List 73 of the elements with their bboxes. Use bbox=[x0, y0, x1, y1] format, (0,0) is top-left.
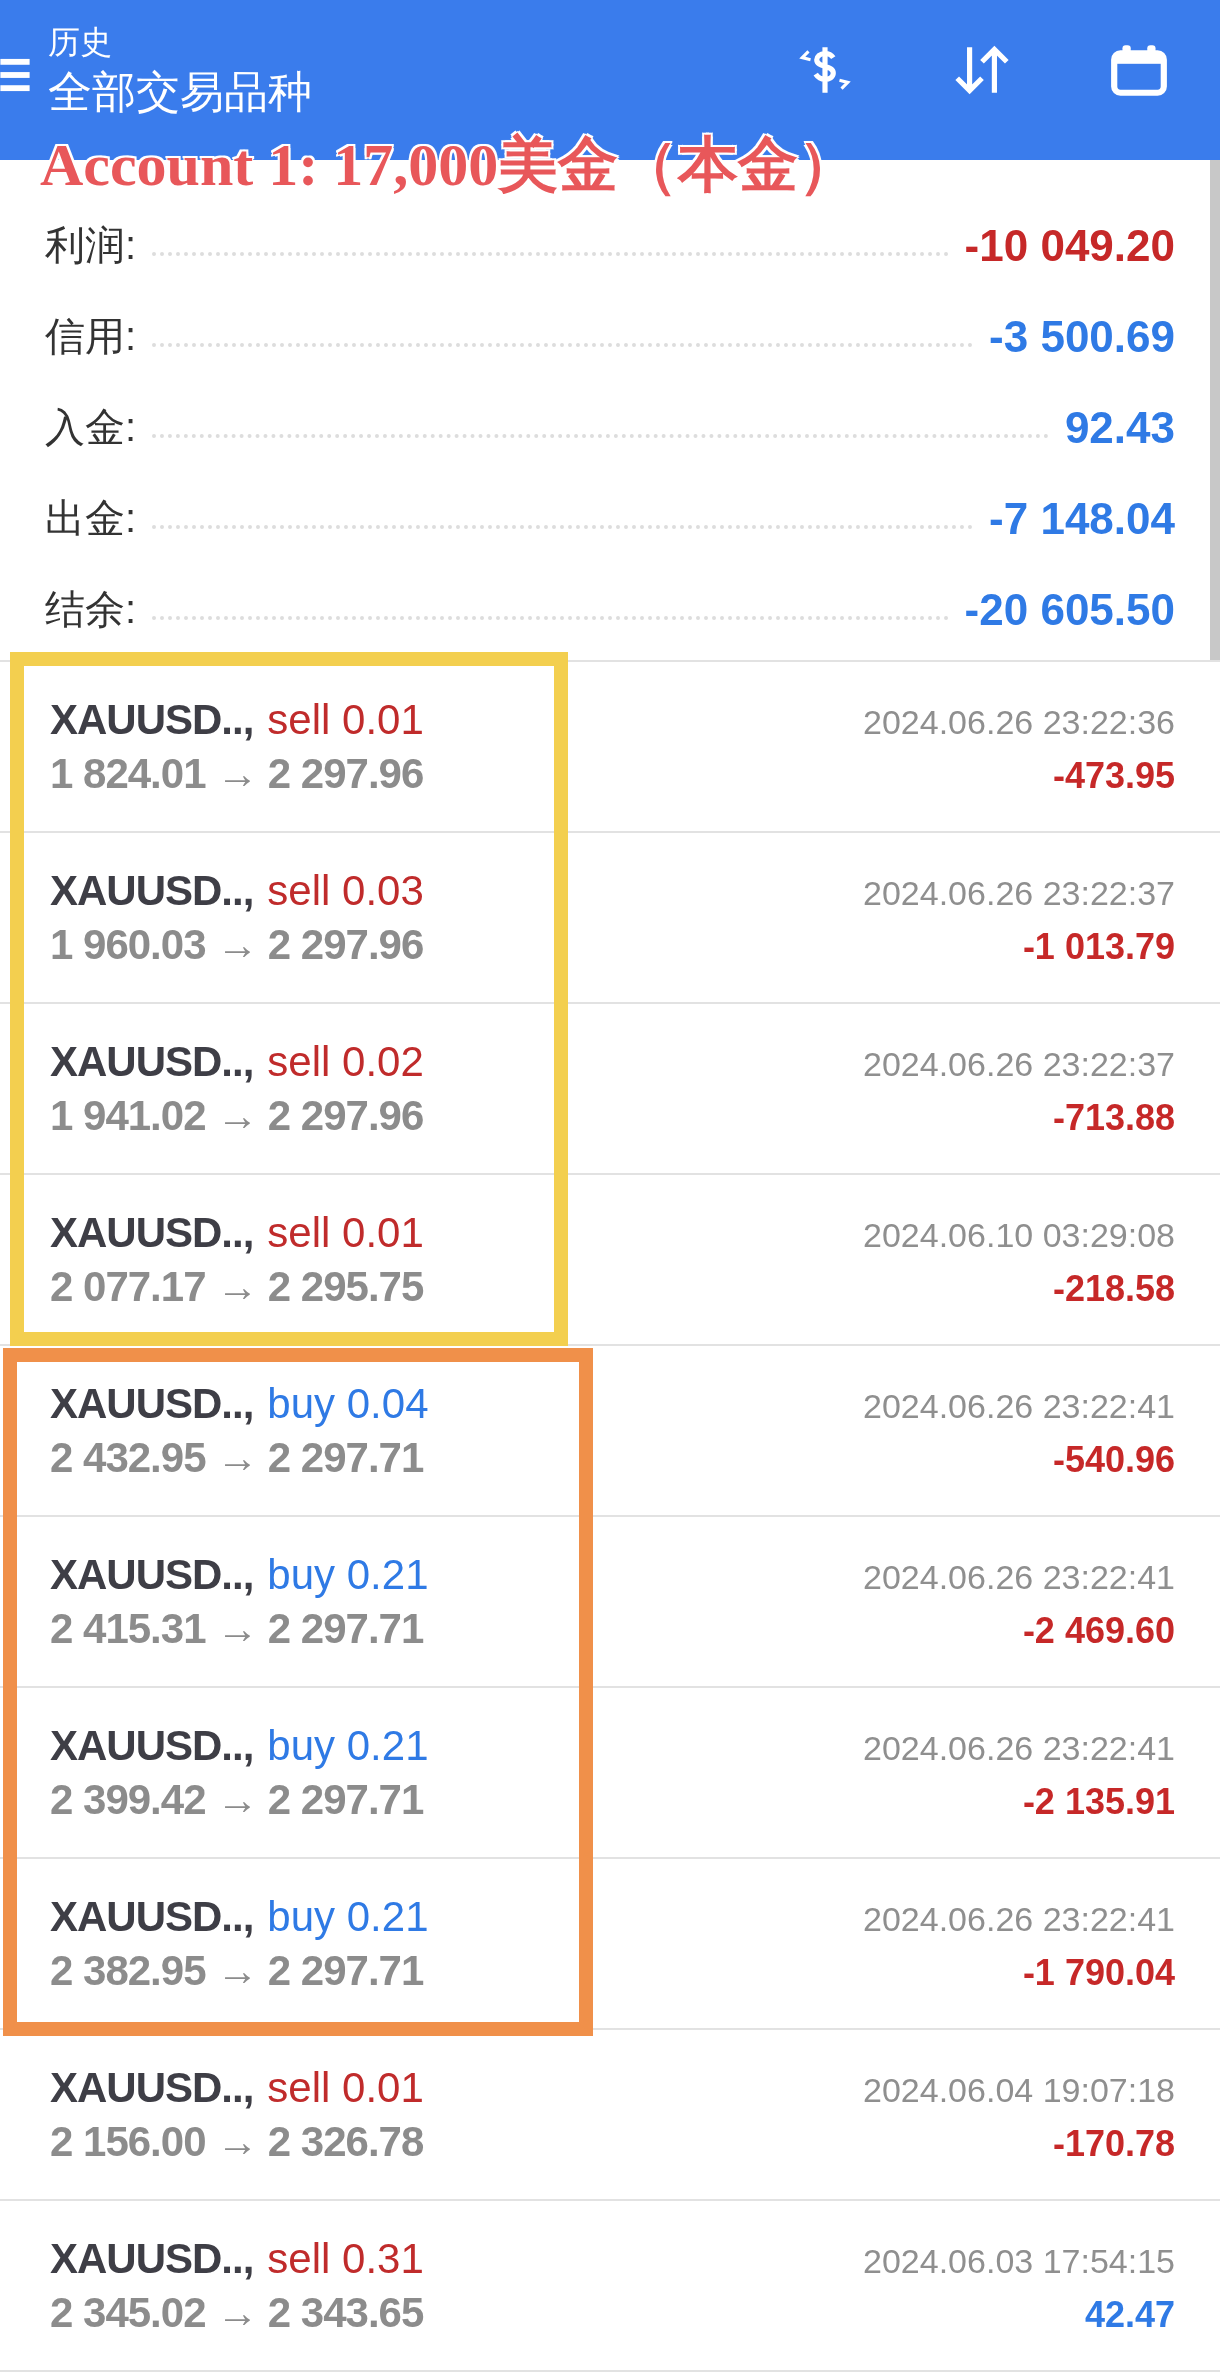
order-type: buy 0.21 bbox=[267, 1550, 429, 1599]
menu-icon[interactable] bbox=[0, 56, 30, 94]
summary-value: -7 148.04 bbox=[989, 493, 1175, 544]
order-type: buy 0.21 bbox=[267, 1721, 429, 1770]
trade-time: 2024.06.26 23:22:37 bbox=[863, 1044, 1175, 1084]
price-range: 2 382.95 → 2 297.71 bbox=[50, 1946, 424, 1995]
trade-profit: -540.96 bbox=[1052, 1438, 1175, 1481]
summary-value: -20 605.50 bbox=[964, 584, 1175, 635]
trade-time: 2024.06.03 17:54:15 bbox=[863, 2241, 1175, 2281]
trade-row[interactable]: XAUUSD.., sell 0.02 2024.06.26 23:22:37 1 941.02 → 2 297.96 -713.88 bbox=[0, 1004, 1220, 1175]
summary-label: 利润: bbox=[45, 222, 137, 269]
symbol-text: XAUUSD.., bbox=[50, 1379, 254, 1428]
trade-row[interactable]: XAUUSD.., buy 0.04 2024.06.26 23:22:41 2 432.95 → 2 297.71 -540.96 bbox=[0, 1346, 1220, 1517]
trade-time: 2024.06.26 23:22:37 bbox=[863, 873, 1175, 913]
order-type: sell 0.01 bbox=[267, 2063, 424, 2112]
trade-time: 2024.06.26 23:22:36 bbox=[863, 702, 1175, 742]
trade-row[interactable]: XAUUSD.., sell 0.01 2024.06.26 23:22:36 1 824.01 → 2 297.96 -473.95 bbox=[0, 662, 1220, 833]
summary-label: 结余: bbox=[45, 586, 137, 633]
trade-profit: -473.95 bbox=[1052, 754, 1175, 797]
symbol-text: XAUUSD.., bbox=[50, 1550, 254, 1599]
trade-row[interactable]: XAUUSD.., sell 0.03 2024.06.26 23:22:37 1 960.03 → 2 297.96 -1 013.79 bbox=[0, 833, 1220, 1004]
price-range: 2 432.95 → 2 297.71 bbox=[50, 1433, 424, 1482]
trade-row[interactable]: XAUUSD.., buy 0.21 2024.06.26 23:22:41 2 399.42 → 2 297.71 -2 135.91 bbox=[0, 1688, 1220, 1859]
price-range: 1 960.03 → 2 297.96 bbox=[50, 920, 424, 969]
trade-time: 2024.06.26 23:22:41 bbox=[863, 1899, 1175, 1939]
order-type: buy 0.21 bbox=[267, 1892, 429, 1941]
order-type: sell 0.31 bbox=[267, 2234, 424, 2283]
symbol-filter[interactable]: 全部交易品种 bbox=[48, 64, 794, 120]
trade-row[interactable]: XAUUSD.., sell 0.01 2024.06.04 19:07:18 2 156.00 → 2 326.78 -170.78 bbox=[0, 2030, 1220, 2201]
symbol-text: XAUUSD.., bbox=[50, 1721, 254, 1770]
trade-time: 2024.06.26 23:22:41 bbox=[863, 1557, 1175, 1597]
symbol-text: XAUUSD.., bbox=[50, 2234, 254, 2283]
trade-profit: -218.58 bbox=[1052, 1267, 1175, 1310]
price-range: 1 941.02 → 2 297.96 bbox=[50, 1091, 424, 1140]
trade-profit: 42.47 bbox=[1084, 2293, 1175, 2336]
trade-profit: -2 135.91 bbox=[1022, 1780, 1175, 1823]
trade-profit: -1 013.79 bbox=[1022, 925, 1175, 968]
symbol-text: XAUUSD.., bbox=[50, 1208, 254, 1257]
summary-label: 信用: bbox=[45, 313, 137, 360]
order-type: buy 0.04 bbox=[267, 1379, 429, 1428]
symbol-text: XAUUSD.., bbox=[50, 1892, 254, 1941]
trade-row[interactable]: XAUUSD.., buy 0.21 2024.06.26 23:22:41 2 382.95 → 2 297.71 -1 790.04 bbox=[0, 1859, 1220, 2030]
order-type: sell 0.01 bbox=[267, 1208, 424, 1257]
summary-label: 入金: bbox=[45, 404, 137, 451]
summary-value: 92.43 bbox=[1064, 402, 1175, 453]
trade-row[interactable]: XAUUSD.., buy 0.21 2024.06.26 23:22:41 2 415.31 → 2 297.71 -2 469.60 bbox=[0, 1517, 1220, 1688]
symbol-text: XAUUSD.., bbox=[50, 2063, 254, 2112]
symbol-text: XAUUSD.., bbox=[50, 695, 254, 744]
price-range: 2 156.00 → 2 326.78 bbox=[50, 2117, 424, 2166]
screen-title: 历史 bbox=[48, 23, 113, 62]
price-range: 2 345.02 → 2 343.65 bbox=[50, 2288, 424, 2337]
trade-row[interactable]: XAUUSD.., sell 0.01 2024.06.10 03:29:08 2 077.17 → 2 295.75 -218.58 bbox=[0, 1175, 1220, 1346]
trade-row[interactable]: XAUUSD.., sell 0.31 2024.06.03 17:54:15 2 345.02 → 2 343.65 42.47 bbox=[0, 2201, 1220, 2372]
order-type: sell 0.03 bbox=[267, 866, 424, 915]
trade-profit: -170.78 bbox=[1052, 2122, 1175, 2165]
trade-profit: -2 469.60 bbox=[1022, 1609, 1175, 1652]
order-type: sell 0.02 bbox=[267, 1037, 424, 1086]
trade-profit: -1 790.04 bbox=[1022, 1951, 1175, 1994]
price-range: 2 399.42 → 2 297.71 bbox=[50, 1775, 424, 1824]
price-range: 2 077.17 → 2 295.75 bbox=[50, 1262, 424, 1311]
summary-label: 出金: bbox=[45, 495, 137, 542]
summary-value: -3 500.69 bbox=[989, 311, 1175, 362]
trade-profit: -713.88 bbox=[1052, 1096, 1175, 1139]
price-range: 2 415.31 → 2 297.71 bbox=[50, 1604, 424, 1653]
trade-time: 2024.06.26 23:22:41 bbox=[863, 1728, 1175, 1768]
trade-time: 2024.06.04 19:07:18 bbox=[863, 2070, 1175, 2110]
trade-time: 2024.06.26 23:22:41 bbox=[863, 1386, 1175, 1426]
order-type: sell 0.01 bbox=[267, 695, 424, 744]
price-range: 1 824.01 → 2 297.96 bbox=[50, 749, 424, 798]
trade-time: 2024.06.10 03:29:08 bbox=[863, 1215, 1175, 1255]
symbol-text: XAUUSD.., bbox=[50, 1037, 254, 1086]
summary-value: -10 049.20 bbox=[964, 220, 1175, 271]
symbol-text: XAUUSD.., bbox=[50, 866, 254, 915]
